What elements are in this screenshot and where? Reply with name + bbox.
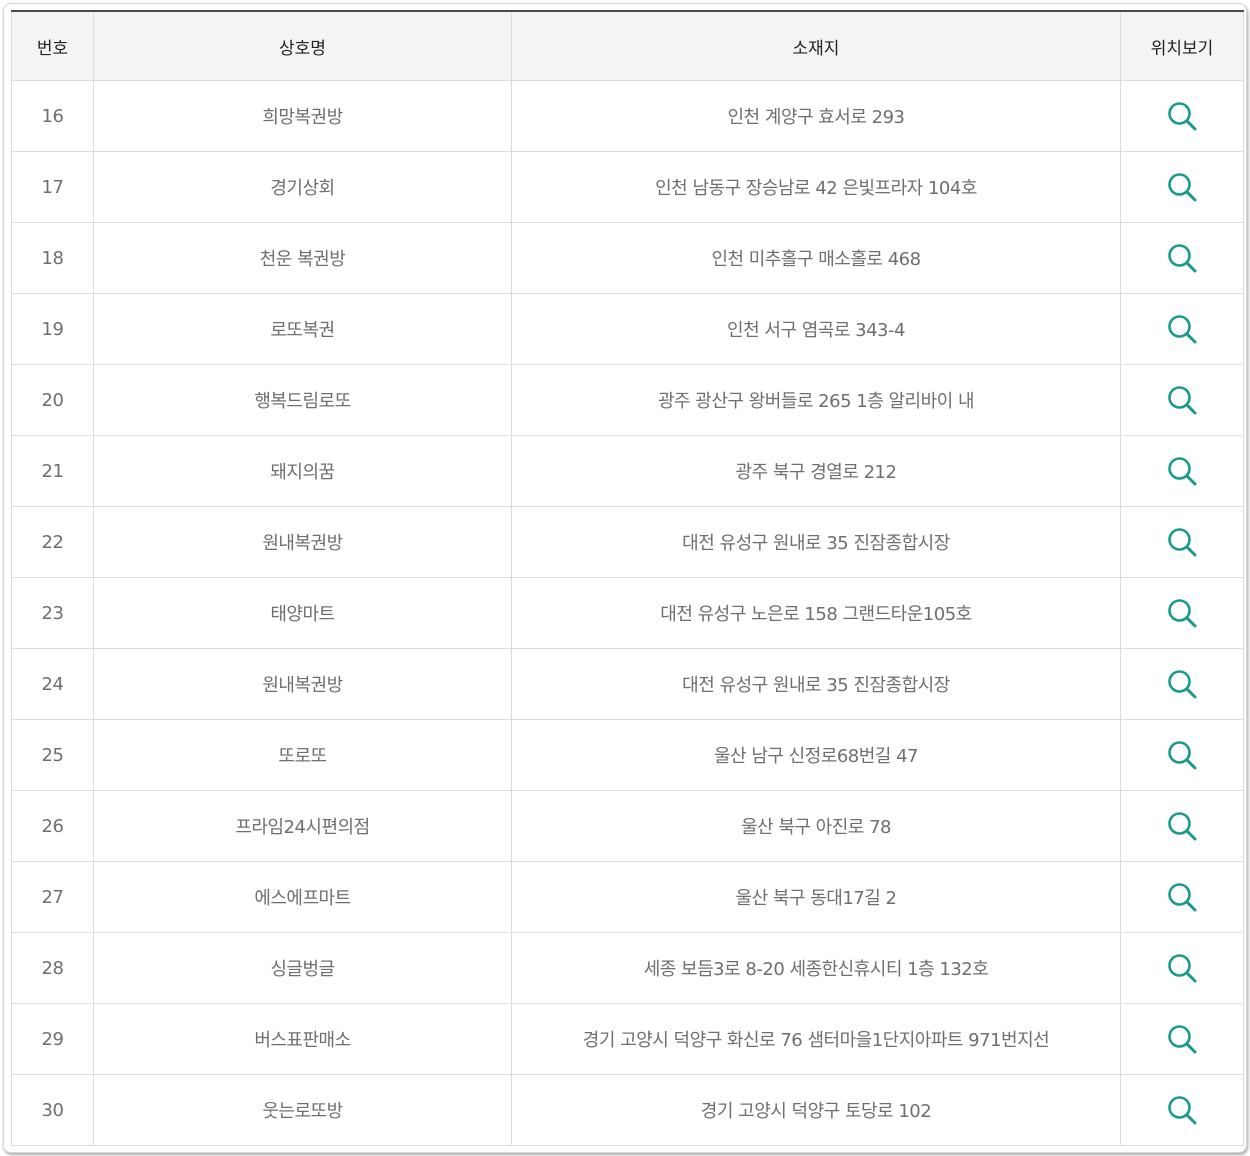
table-body: 16 희망복권방 인천 계양구 효서로 293 17 경기상회 인천 남동구 장승남로 4… (11, 80, 1244, 1146)
row-number: 29 (11, 1003, 94, 1075)
row-address: 울산 남구 신정로68번길 47 (511, 719, 1121, 791)
search-icon[interactable] (1166, 384, 1198, 416)
header-no: 번호 (11, 10, 94, 81)
search-icon[interactable] (1166, 1023, 1198, 1055)
row-store-name: 천운 복권방 (93, 222, 512, 294)
search-icon[interactable] (1166, 810, 1198, 842)
table-row: 25 또로또 울산 남구 신정로68번길 47 (11, 719, 1244, 791)
row-number: 27 (11, 861, 94, 933)
search-icon[interactable] (1166, 952, 1198, 984)
search-icon[interactable] (1166, 313, 1198, 345)
row-address: 광주 북구 경열로 212 (511, 435, 1121, 507)
table-row: 24 원내복권방 대전 유성구 원내로 35 진잠종합시장 (11, 648, 1244, 720)
row-view-location (1120, 790, 1244, 862)
row-store-name: 경기상회 (93, 151, 512, 223)
row-number: 28 (11, 932, 94, 1004)
row-store-name: 프라임24시편의점 (93, 790, 512, 862)
row-store-name: 로또복권 (93, 293, 512, 365)
row-view-location (1120, 80, 1244, 152)
row-number: 25 (11, 719, 94, 791)
table-row: 30 웃는로또방 경기 고양시 덕양구 토당로 102 (11, 1074, 1244, 1146)
row-address: 울산 북구 아진로 78 (511, 790, 1121, 862)
row-address: 인천 계양구 효서로 293 (511, 80, 1121, 152)
row-address: 울산 북구 동대17길 2 (511, 861, 1121, 933)
row-address: 인천 남동구 장승남로 42 은빛프라자 104호 (511, 151, 1121, 223)
row-view-location (1120, 648, 1244, 720)
row-view-location (1120, 222, 1244, 294)
row-number: 21 (11, 435, 94, 507)
row-address: 경기 고양시 덕양구 토당로 102 (511, 1074, 1121, 1146)
header-address: 소재지 (511, 10, 1121, 81)
row-address: 대전 유성구 원내로 35 진잠종합시장 (511, 648, 1121, 720)
row-address: 인천 미추홀구 매소홀로 468 (511, 222, 1121, 294)
row-view-location (1120, 861, 1244, 933)
search-icon[interactable] (1166, 597, 1198, 629)
row-view-location (1120, 1074, 1244, 1146)
table-container: 번호 상호명 소재지 위치보기 16 희망복권방 인천 계양구 효서로 293 17 경… (3, 3, 1247, 1153)
row-view-location (1120, 1003, 1244, 1075)
row-address: 경기 고양시 덕양구 화신로 76 샘터마을1단지아파트 971번지선 (511, 1003, 1121, 1075)
row-number: 19 (11, 293, 94, 365)
row-number: 22 (11, 506, 94, 578)
row-store-name: 행복드림로또 (93, 364, 512, 436)
row-address: 대전 유성구 노은로 158 그랜드타운105호 (511, 577, 1121, 649)
search-icon[interactable] (1166, 739, 1198, 771)
table-header-row: 번호 상호명 소재지 위치보기 (11, 10, 1244, 81)
row-store-name: 싱글벙글 (93, 932, 512, 1004)
table-row: 20 행복드림로또 광주 광산구 왕버들로 265 1층 알리바이 내 (11, 364, 1244, 436)
table-row: 29 버스표판매소 경기 고양시 덕양구 화신로 76 샘터마을1단지아파트 971… (11, 1003, 1244, 1075)
row-view-location (1120, 364, 1244, 436)
table-row: 19 로또복권 인천 서구 염곡로 343-4 (11, 293, 1244, 365)
row-address: 세종 보듬3로 8-20 세종한신휴시티 1층 132호 (511, 932, 1121, 1004)
row-view-location (1120, 506, 1244, 578)
row-store-name: 에스에프마트 (93, 861, 512, 933)
row-view-location (1120, 293, 1244, 365)
store-table: 번호 상호명 소재지 위치보기 16 희망복권방 인천 계양구 효서로 293 17 경… (11, 10, 1244, 1146)
row-store-name: 원내복권방 (93, 648, 512, 720)
search-icon[interactable] (1166, 455, 1198, 487)
row-number: 23 (11, 577, 94, 649)
table-row: 17 경기상회 인천 남동구 장승남로 42 은빛프라자 104호 (11, 151, 1244, 223)
row-number: 24 (11, 648, 94, 720)
row-number: 20 (11, 364, 94, 436)
row-number: 17 (11, 151, 94, 223)
row-address: 광주 광산구 왕버들로 265 1층 알리바이 내 (511, 364, 1121, 436)
table-row: 22 원내복권방 대전 유성구 원내로 35 진잠종합시장 (11, 506, 1244, 578)
table-row: 18 천운 복권방 인천 미추홀구 매소홀로 468 (11, 222, 1244, 294)
table-row: 26 프라임24시편의점 울산 북구 아진로 78 (11, 790, 1244, 862)
row-store-name: 버스표판매소 (93, 1003, 512, 1075)
search-icon[interactable] (1166, 1094, 1198, 1126)
table-row: 23 태양마트 대전 유성구 노은로 158 그랜드타운105호 (11, 577, 1244, 649)
row-store-name: 태양마트 (93, 577, 512, 649)
search-icon[interactable] (1166, 242, 1198, 274)
row-number: 18 (11, 222, 94, 294)
row-view-location (1120, 435, 1244, 507)
row-store-name: 원내복권방 (93, 506, 512, 578)
row-view-location (1120, 151, 1244, 223)
table-row: 16 희망복권방 인천 계양구 효서로 293 (11, 80, 1244, 152)
row-view-location (1120, 719, 1244, 791)
search-icon[interactable] (1166, 100, 1198, 132)
row-address: 인천 서구 염곡로 343-4 (511, 293, 1121, 365)
row-number: 16 (11, 80, 94, 152)
table-row: 21 돼지의꿈 광주 북구 경열로 212 (11, 435, 1244, 507)
row-store-name: 희망복권방 (93, 80, 512, 152)
row-number: 26 (11, 790, 94, 862)
search-icon[interactable] (1166, 668, 1198, 700)
row-store-name: 돼지의꿈 (93, 435, 512, 507)
table-row: 28 싱글벙글 세종 보듬3로 8-20 세종한신휴시티 1층 132호 (11, 932, 1244, 1004)
row-store-name: 또로또 (93, 719, 512, 791)
header-view-location: 위치보기 (1120, 10, 1244, 81)
row-store-name: 웃는로또방 (93, 1074, 512, 1146)
search-icon[interactable] (1166, 881, 1198, 913)
row-number: 30 (11, 1074, 94, 1146)
search-icon[interactable] (1166, 526, 1198, 558)
row-address: 대전 유성구 원내로 35 진잠종합시장 (511, 506, 1121, 578)
row-view-location (1120, 577, 1244, 649)
row-view-location (1120, 932, 1244, 1004)
search-icon[interactable] (1166, 171, 1198, 203)
table-row: 27 에스에프마트 울산 북구 동대17길 2 (11, 861, 1244, 933)
header-store-name: 상호명 (93, 10, 512, 81)
